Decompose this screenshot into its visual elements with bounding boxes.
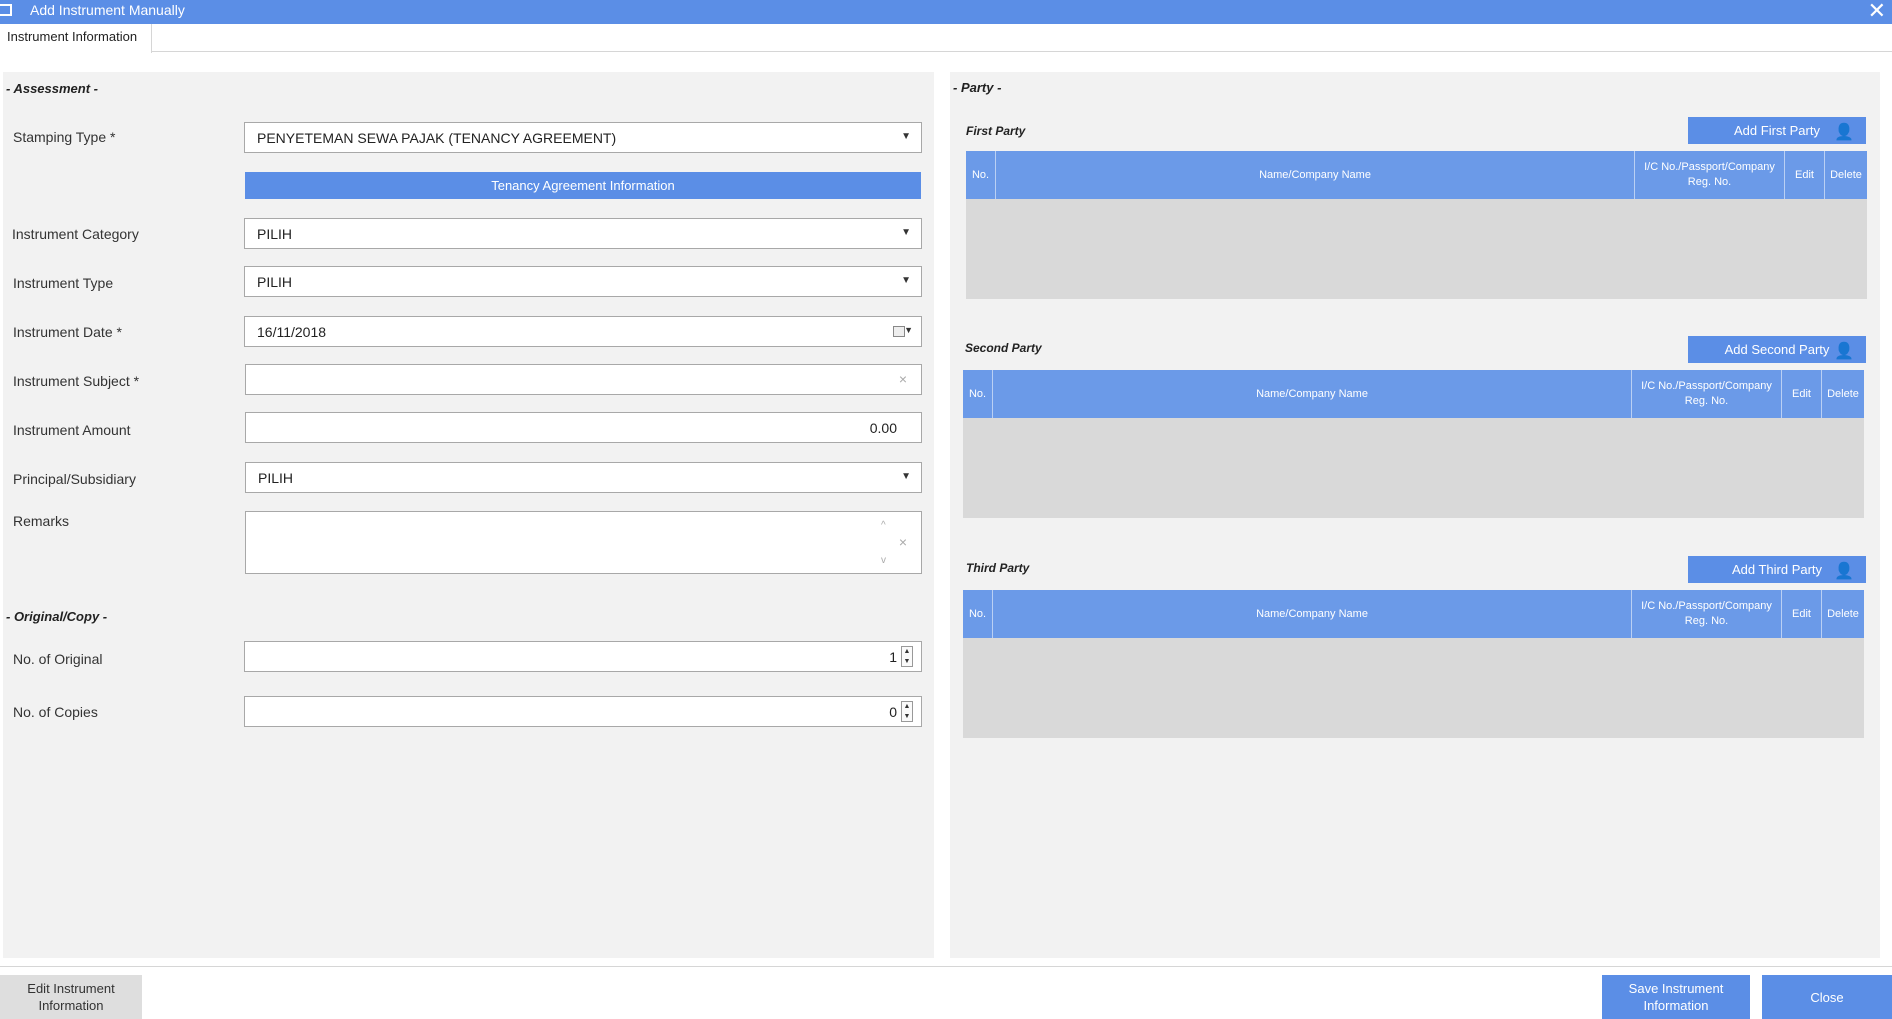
no-of-original-stepper[interactable]: 1 ▲ ▼: [244, 641, 922, 672]
first-party-grid: No. Name/Company Name I/C No./Passport/C…: [966, 151, 1867, 299]
arrow-down-icon[interactable]: ▼: [904, 658, 911, 665]
party-panel: - Party - First Party Add First Party 👤 …: [950, 72, 1880, 958]
add-third-party-label: Add Third Party: [1731, 562, 1823, 577]
principal-subsidiary-value: PILIH: [258, 469, 294, 486]
scrollbar[interactable]: ^ v: [881, 520, 891, 566]
instrument-type-select[interactable]: PILIH ▼: [244, 266, 922, 297]
clear-icon[interactable]: ×: [899, 534, 907, 550]
no-of-copies-label: No. of Copies: [13, 704, 98, 720]
col-no[interactable]: No.: [963, 590, 993, 638]
stamping-type-value: PENYETEMAN SEWA PAJAK (TENANCY AGREEMENT…: [257, 129, 617, 146]
add-person-icon: 👤: [1834, 563, 1854, 580]
party-section-title: - Party -: [953, 80, 1002, 95]
add-person-icon: 👤: [1834, 343, 1854, 360]
col-ic[interactable]: I/C No./Passport/Company Reg. No.: [1635, 151, 1785, 199]
close-icon[interactable]: ✕: [1868, 0, 1886, 23]
instrument-date-value: 16/11/2018: [257, 323, 327, 340]
assessment-section-title: - Assessment -: [6, 81, 98, 96]
original-copy-section-title: - Original/Copy -: [6, 609, 108, 624]
col-edit[interactable]: Edit: [1782, 590, 1822, 638]
tab-bar: Instrument Information: [0, 24, 1892, 53]
instrument-date-label: Instrument Date *: [13, 324, 122, 340]
add-second-party-label: Add Second Party: [1724, 342, 1830, 357]
col-ic[interactable]: I/C No./Passport/Company Reg. No.: [1632, 370, 1782, 418]
footer-divider: [0, 966, 1892, 967]
grid-header: No. Name/Company Name I/C No./Passport/C…: [963, 590, 1864, 638]
arrow-up-icon[interactable]: ▲: [904, 703, 911, 710]
second-party-title: Second Party: [965, 341, 1042, 355]
chevron-down-icon: ▼: [901, 227, 911, 238]
add-first-party-button[interactable]: Add First Party 👤: [1688, 117, 1866, 144]
stepper-arrows[interactable]: ▲ ▼: [901, 646, 913, 667]
no-of-original-value: 1: [889, 648, 897, 665]
add-first-party-label: Add First Party: [1734, 123, 1820, 138]
instrument-subject-input[interactable]: ×: [245, 364, 922, 395]
chevron-down-icon: ▼: [901, 471, 911, 482]
assessment-panel: - Assessment - Stamping Type * PENYETEMA…: [3, 72, 934, 958]
instrument-category-label: Instrument Category: [12, 226, 139, 242]
instrument-type-label: Instrument Type: [13, 275, 114, 291]
arrow-up-icon[interactable]: ▲: [904, 648, 911, 655]
grid-header: No. Name/Company Name I/C No./Passport/C…: [966, 151, 1867, 199]
col-edit[interactable]: Edit: [1782, 370, 1822, 418]
save-instrument-information-button[interactable]: Save Instrument Information: [1602, 975, 1750, 1019]
instrument-amount-value: 0.00: [869, 419, 897, 436]
instrument-category-value: PILIH: [257, 225, 293, 242]
col-no[interactable]: No.: [963, 370, 993, 418]
arrow-down-icon[interactable]: ▼: [904, 713, 911, 720]
stamping-type-label: Stamping Type *: [13, 129, 116, 145]
add-person-icon: 👤: [1834, 124, 1854, 141]
stamping-type-select[interactable]: PENYETEMAN SEWA PAJAK (TENANCY AGREEMENT…: [244, 122, 922, 153]
window-title: Add Instrument Manually: [30, 2, 185, 18]
chevron-down-icon: ▼: [904, 325, 913, 335]
col-no[interactable]: No.: [966, 151, 996, 199]
edit-instrument-information-button[interactable]: Edit Instrument Information: [0, 975, 142, 1019]
chevron-down-icon: ▼: [901, 131, 911, 142]
grid-header: No. Name/Company Name I/C No./Passport/C…: [963, 370, 1864, 418]
col-delete[interactable]: Delete: [1822, 370, 1864, 418]
col-name[interactable]: Name/Company Name: [996, 151, 1635, 199]
clear-icon[interactable]: ×: [899, 371, 907, 387]
chevron-down-icon: ▼: [901, 275, 911, 286]
principal-subsidiary-label: Principal/Subsidiary: [13, 471, 136, 487]
principal-subsidiary-select[interactable]: PILIH ▼: [245, 462, 922, 493]
chevron-up-icon[interactable]: ^: [881, 520, 891, 531]
add-second-party-button[interactable]: Add Second Party 👤: [1688, 336, 1866, 363]
instrument-category-select[interactable]: PILIH ▼: [244, 218, 922, 249]
no-of-copies-stepper[interactable]: 0 ▲ ▼: [244, 696, 922, 727]
stepper-arrows[interactable]: ▲ ▼: [901, 701, 913, 722]
close-button[interactable]: Close: [1762, 975, 1892, 1019]
col-delete[interactable]: Delete: [1825, 151, 1867, 199]
instrument-date-picker[interactable]: 16/11/2018 ▼: [244, 316, 922, 347]
col-name[interactable]: Name/Company Name: [993, 590, 1632, 638]
instrument-subject-label: Instrument Subject *: [13, 373, 140, 389]
title-bar: Add Instrument Manually ✕: [0, 0, 1892, 24]
instrument-amount-label: Instrument Amount: [13, 422, 131, 438]
third-party-grid: No. Name/Company Name I/C No./Passport/C…: [963, 590, 1864, 738]
instrument-amount-input[interactable]: 0.00: [245, 412, 922, 443]
col-name[interactable]: Name/Company Name: [993, 370, 1632, 418]
first-party-title: First Party: [966, 124, 1026, 138]
col-edit[interactable]: Edit: [1785, 151, 1825, 199]
col-ic[interactable]: I/C No./Passport/Company Reg. No.: [1632, 590, 1782, 638]
tab-instrument-information[interactable]: Instrument Information: [0, 24, 153, 53]
second-party-grid: No. Name/Company Name I/C No./Passport/C…: [963, 370, 1864, 518]
add-third-party-button[interactable]: Add Third Party 👤: [1688, 556, 1866, 583]
no-of-copies-value: 0: [889, 703, 897, 720]
no-of-original-label: No. of Original: [13, 651, 103, 667]
remarks-label: Remarks: [13, 513, 70, 529]
col-delete[interactable]: Delete: [1822, 590, 1864, 638]
remarks-textarea[interactable]: ^ v ×: [245, 511, 922, 574]
instrument-type-value: PILIH: [257, 273, 293, 290]
third-party-title: Third Party: [966, 561, 1030, 575]
window-icon: [0, 4, 12, 16]
tenancy-agreement-information-button[interactable]: Tenancy Agreement Information: [245, 172, 921, 199]
chevron-down-icon[interactable]: v: [881, 555, 891, 566]
